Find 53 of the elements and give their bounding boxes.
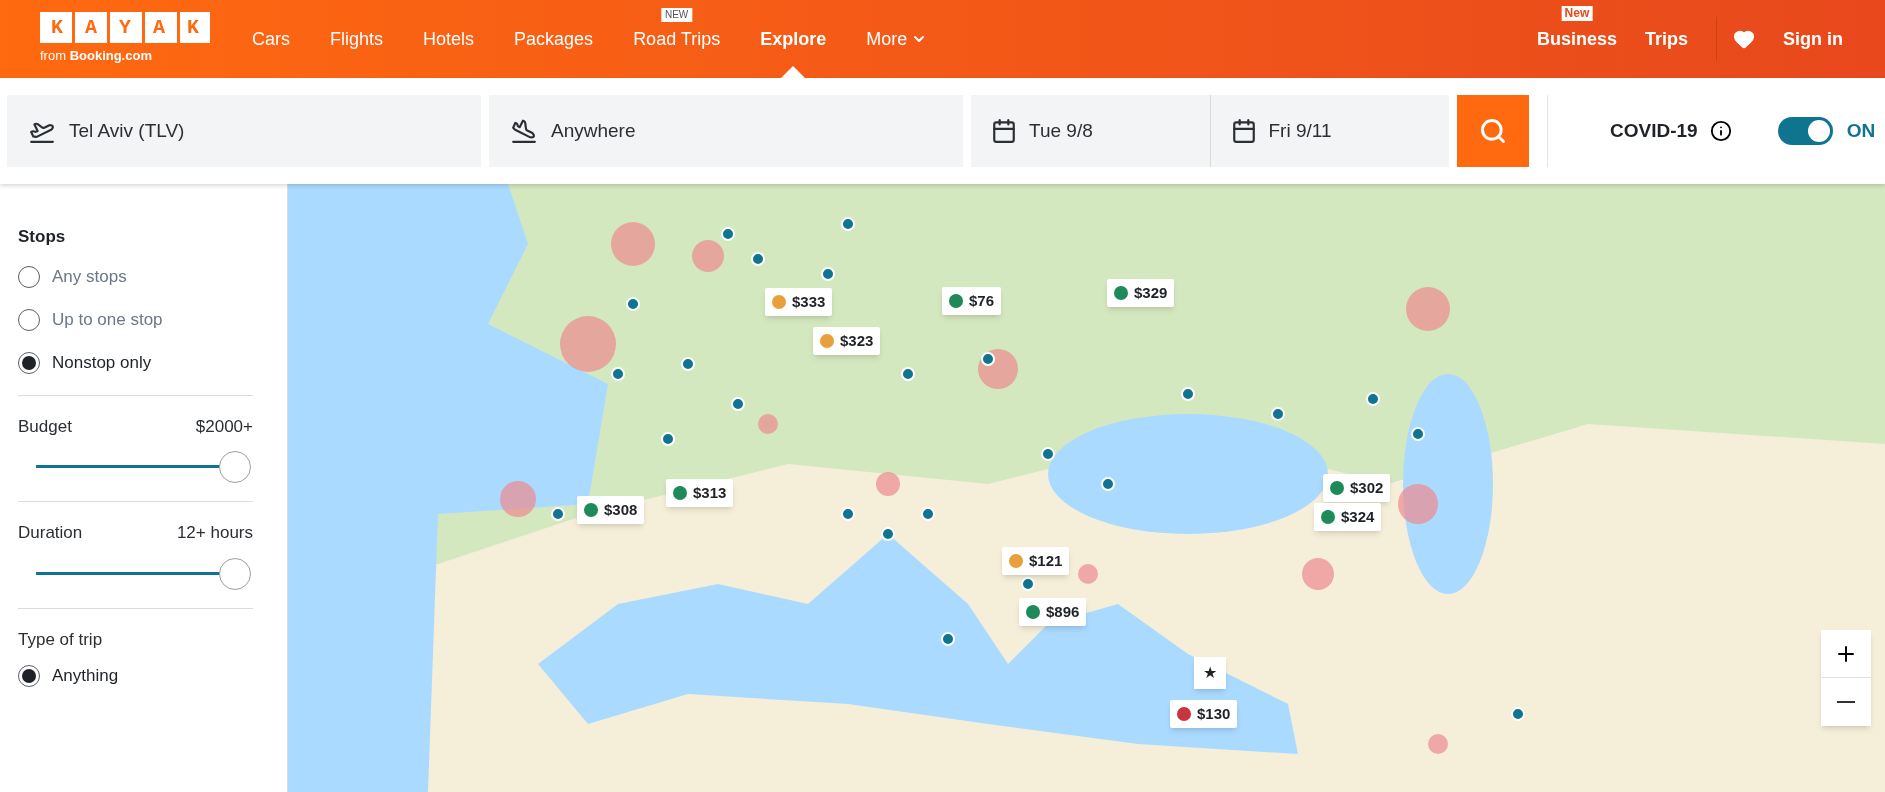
home-marker[interactable]: ★ bbox=[1194, 657, 1226, 689]
search-icon bbox=[1479, 117, 1507, 145]
slider-label: Budget bbox=[18, 415, 72, 438]
sign-in-link[interactable]: Sign in bbox=[1783, 25, 1843, 53]
nav-link[interactable]: Trips bbox=[1645, 25, 1688, 53]
info-icon[interactable] bbox=[1709, 120, 1732, 142]
radio-button[interactable] bbox=[18, 352, 40, 374]
slider-value: 12+ hours bbox=[176, 522, 253, 544]
price-marker[interactable]: $323 bbox=[813, 327, 881, 355]
destination-field[interactable]: Anywhere bbox=[489, 95, 963, 167]
radio-label: Nonstop only bbox=[52, 352, 152, 375]
price-marker[interactable]: $302 bbox=[1323, 474, 1391, 502]
search-button[interactable] bbox=[1457, 95, 1529, 167]
price-marker[interactable]: $121 bbox=[1002, 547, 1070, 575]
return-date-value: Fri 9/11 bbox=[1268, 118, 1332, 143]
price-marker[interactable]: $76 bbox=[942, 287, 1002, 315]
slider-value: $2000+ bbox=[195, 415, 253, 438]
minus-icon bbox=[1837, 701, 1855, 703]
radio-label: Any stops bbox=[52, 266, 127, 289]
radio-button[interactable] bbox=[18, 266, 40, 288]
calendar-icon bbox=[1230, 118, 1257, 144]
price-marker[interactable]: $324 bbox=[1314, 503, 1382, 531]
price-marker[interactable]: $130 bbox=[1170, 700, 1238, 728]
new-badge: New bbox=[1561, 6, 1593, 21]
radio-label: Anything bbox=[52, 664, 119, 687]
origin-field[interactable]: Tel Aviv (TLV) bbox=[7, 95, 481, 167]
heart-icon[interactable] bbox=[1733, 28, 1755, 50]
range-slider[interactable] bbox=[36, 451, 251, 483]
covid-toggle[interactable] bbox=[1777, 117, 1833, 145]
nav-link[interactable]: Business bbox=[1536, 25, 1617, 53]
destination-value: Anywhere bbox=[551, 118, 636, 143]
slider-label: Duration bbox=[18, 522, 83, 544]
depart-date-value: Tue 9/8 bbox=[1029, 118, 1093, 143]
price-marker[interactable]: $896 bbox=[1019, 598, 1087, 626]
toggle-state: ON bbox=[1846, 118, 1876, 143]
radio-button[interactable] bbox=[18, 309, 40, 331]
depart-date-field[interactable]: Tue 9/8 bbox=[971, 95, 1211, 167]
price-marker[interactable]: $313 bbox=[666, 479, 734, 507]
price-marker[interactable]: $329 bbox=[1107, 279, 1175, 307]
section-title: Type of trip bbox=[18, 628, 104, 651]
section-title: Stops bbox=[18, 226, 67, 248]
radio-label: Up to one stop bbox=[52, 309, 163, 332]
radio-button[interactable] bbox=[18, 664, 40, 687]
price-marker[interactable]: $308 bbox=[577, 496, 645, 524]
logo-tagline: from Booking.com bbox=[40, 47, 153, 66]
calendar-icon bbox=[991, 118, 1017, 144]
landing-icon bbox=[511, 118, 537, 144]
price-marker[interactable]: $333 bbox=[765, 288, 833, 316]
return-date-field[interactable]: Fri 9/11 bbox=[1210, 95, 1449, 167]
range-slider[interactable] bbox=[36, 557, 251, 590]
origin-value: Tel Aviv (TLV) bbox=[69, 118, 185, 143]
new-badge: NEW bbox=[660, 8, 693, 22]
covid-label: COVID-19 bbox=[1610, 118, 1698, 143]
